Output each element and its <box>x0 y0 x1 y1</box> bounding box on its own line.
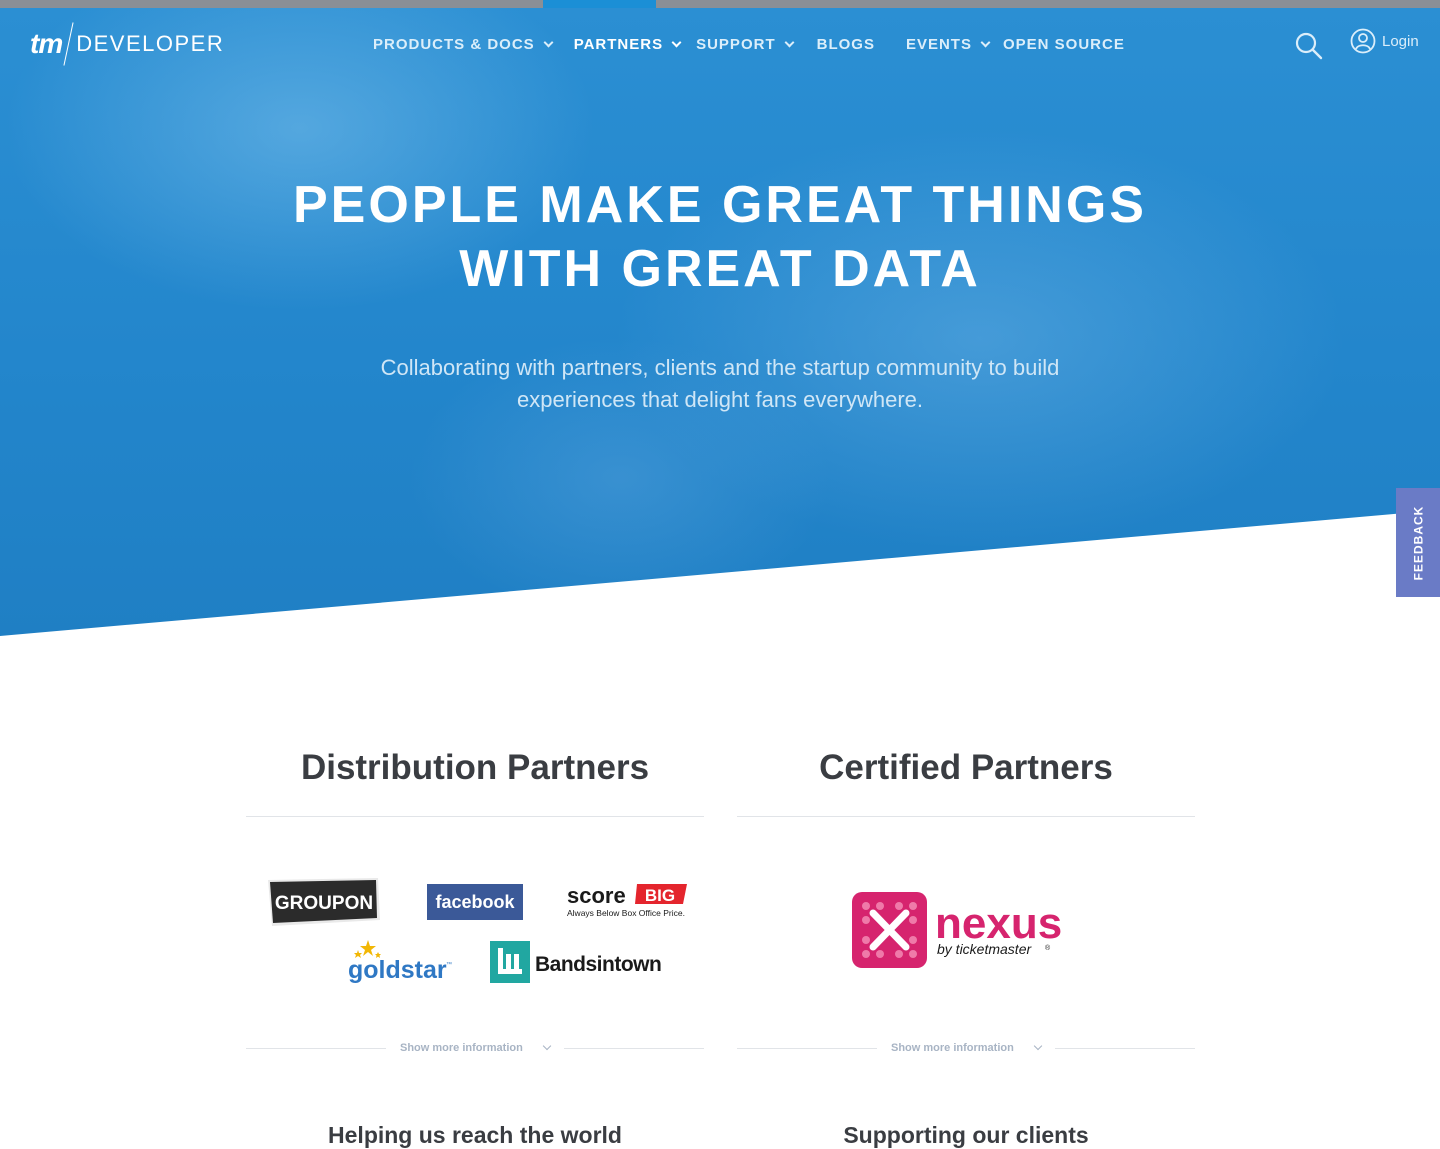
hero-title: PEOPLE MAKE GREAT THINGS WITH GREAT DATA <box>0 173 1440 301</box>
distribution-partners-column: Distribution Partners <box>246 740 704 817</box>
nexus-byline: by ticketmaster <box>937 941 1032 957</box>
certified-partners-title: Certified Partners <box>819 748 1113 787</box>
divider-line <box>246 1048 386 1049</box>
section-divider <box>246 816 704 817</box>
top-progress-strip <box>0 0 1440 8</box>
certified-subheading: Supporting our clients <box>843 1122 1089 1148</box>
scorebig-logo[interactable]: score BIG Always Below Box Office Price. <box>565 882 689 920</box>
scorebig-tagline: Always Below Box Office Price. <box>567 908 685 918</box>
facebook-logo-text: facebook <box>435 892 515 912</box>
section-divider <box>737 816 1195 817</box>
logo-tm: tm <box>30 28 63 59</box>
nav-item-products-docs[interactable]: PRODUCTS & DOCS <box>373 36 554 53</box>
show-more-label[interactable]: Show more information <box>400 1042 523 1054</box>
distribution-logos: GROUPON facebook score BIG Always Below … <box>246 870 704 1000</box>
main-menu: PRODUCTS & DOCS PARTNERS SUPPORT BLOGS E… <box>373 36 1125 53</box>
scorebig-accent: BIG <box>645 886 675 905</box>
distribution-show-more[interactable]: Show more information <box>246 1040 704 1058</box>
nav-label: OPEN SOURCE <box>1002 36 1125 53</box>
groupon-logo[interactable]: GROUPON <box>266 876 382 928</box>
hero-diagonal-cut <box>0 510 1440 636</box>
chevron-down-icon <box>671 37 682 48</box>
divider-line <box>1055 1048 1195 1049</box>
hero-section <box>0 8 1440 636</box>
active-section-indicator <box>543 0 656 8</box>
certified-show-more[interactable]: Show more information <box>737 1040 1195 1058</box>
nav-label: PRODUCTS & DOCS <box>373 36 535 53</box>
facebook-logo[interactable]: facebook <box>427 884 523 920</box>
feedback-tab[interactable]: FEEDBACK <box>1396 488 1440 597</box>
nav-item-support[interactable]: SUPPORT <box>696 36 795 53</box>
nav-label: BLOGS <box>816 36 875 53</box>
site-logo[interactable]: tm DEVELOPER <box>30 22 224 66</box>
nexus-logo[interactable]: nexus by ticketmaster ® <box>851 890 1083 970</box>
logo-divider <box>63 22 74 66</box>
divider-line <box>564 1048 704 1049</box>
user-avatar-icon <box>1350 28 1376 54</box>
top-navigation: tm DEVELOPER PRODUCTS & DOCS PARTNERS SU… <box>0 8 1440 84</box>
nav-label: EVENTS <box>905 36 972 53</box>
feedback-label: FEEDBACK <box>1411 505 1426 580</box>
chevron-down-icon <box>784 37 795 48</box>
hero-subtitle-line-2: experiences that delight fans everywhere… <box>516 387 923 412</box>
nav-item-blogs[interactable]: BLOGS <box>817 36 875 53</box>
chevron-down-icon <box>542 1041 552 1051</box>
distribution-partners-title: Distribution Partners <box>300 748 650 787</box>
nav-item-open-source[interactable]: OPEN SOURCE <box>1003 36 1125 53</box>
divider-line <box>737 1048 877 1049</box>
login-label: Login <box>1382 32 1419 50</box>
hero-subtitle: Collaborating with partners, clients and… <box>340 352 1100 416</box>
chevron-down-icon <box>543 37 554 48</box>
certified-logos: nexus by ticketmaster ® <box>737 870 1195 1000</box>
search-icon[interactable] <box>1294 31 1324 61</box>
nav-item-partners[interactable]: PARTNERS <box>573 36 682 53</box>
nav-label: SUPPORT <box>696 36 776 53</box>
logo-text: DEVELOPER <box>76 31 225 56</box>
bandsintown-logo-text: Bandsintown <box>535 953 661 976</box>
show-more-label[interactable]: Show more information <box>891 1042 1014 1054</box>
scorebig-logo-text: score <box>567 883 626 908</box>
nav-item-events[interactable]: EVENTS <box>905 36 991 53</box>
goldstar-logo[interactable]: goldstar ™ <box>346 938 458 988</box>
hero-subtitle-line-1: Collaborating with partners, clients and… <box>380 355 1060 380</box>
hero-title-line-2: WITH GREAT DATA <box>459 240 981 298</box>
goldstar-trademark: ™ <box>446 961 452 968</box>
hero-title-line-1: PEOPLE MAKE GREAT THINGS <box>293 176 1147 234</box>
bandsintown-logo[interactable]: Bandsintown <box>489 940 673 984</box>
groupon-logo-text: GROUPON <box>275 893 373 914</box>
nav-label: PARTNERS <box>573 36 664 53</box>
chevron-down-icon <box>1033 1041 1043 1051</box>
goldstar-logo-text: goldstar <box>348 956 447 984</box>
login-button[interactable]: Login <box>1350 28 1419 54</box>
distribution-subheading: Helping us reach the world <box>328 1122 622 1148</box>
chevron-down-icon <box>980 37 991 48</box>
nexus-registered-mark: ® <box>1045 944 1051 952</box>
certified-partners-column: Certified Partners <box>737 740 1195 817</box>
